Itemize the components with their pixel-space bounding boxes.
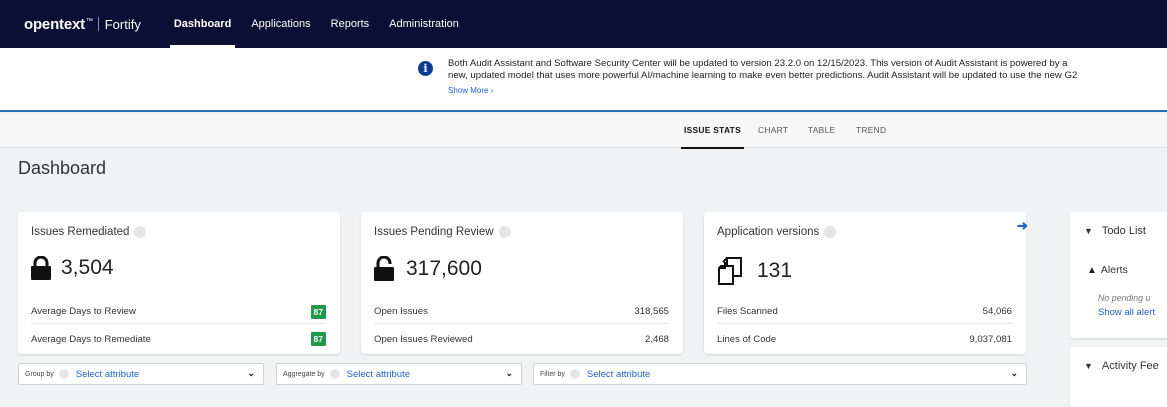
brand[interactable]: opentext™ Fortify	[24, 16, 141, 33]
nav-item-dashboard[interactable]: Dashboard	[164, 0, 241, 48]
brand-divider	[97, 17, 99, 31]
stat-value: 54,066	[982, 306, 1012, 317]
todo-list-header[interactable]: ▼ Todo List	[1084, 225, 1146, 237]
tab-chart[interactable]: CHART	[758, 125, 788, 135]
panel-title: Activity Fee	[1101, 360, 1159, 372]
announcement-banner: i Both Audit Assistant and Software Secu…	[0, 48, 1167, 112]
group-by-select[interactable]: Group by Select attribute ⌄	[18, 363, 264, 385]
card-metric: 317,600	[374, 256, 482, 282]
nav-item-applications[interactable]: Applications	[241, 0, 320, 48]
info-hint-icon[interactable]	[498, 226, 511, 238]
alerts-section: ▲ Alerts	[1087, 264, 1128, 276]
issues-remediated-card: Issues Remediated 3,504 Average Days to …	[18, 212, 340, 354]
filter-by-value: Select attribute	[586, 368, 651, 380]
panel-title: Todo List	[1101, 225, 1146, 237]
stat-label: Average Days to Remediate	[31, 333, 151, 345]
activity-feed-panel: ▼ Activity Fee	[1070, 347, 1167, 407]
tab-table[interactable]: TABLE	[808, 125, 835, 135]
show-all-alerts-link[interactable]: Show all alert	[1098, 307, 1155, 318]
stat-row: Open Issues Reviewed 2,468	[374, 327, 669, 351]
alerts-label: Alerts	[1100, 264, 1128, 276]
stat-value: 9,037,081	[969, 333, 1012, 345]
stat-badge: 87	[310, 332, 326, 346]
product-name: Fortify	[104, 16, 141, 32]
stat-badge: 87	[310, 304, 326, 319]
card-title: Issues Remediated	[31, 226, 147, 238]
stat-value: 2,468	[644, 333, 669, 345]
stat-row: Files Scanned 54,066	[717, 300, 1012, 324]
info-hint-icon	[58, 369, 69, 379]
chevron-down-icon: ▼	[1084, 361, 1093, 371]
show-more-link[interactable]: Show More ›	[448, 86, 493, 95]
lock-open-icon	[374, 256, 394, 281]
card-metric: 3,504	[31, 256, 114, 280]
banner-message-line-1: Both Audit Assistant and Software Securi…	[448, 58, 1068, 69]
filter-by-label: Filter by	[540, 370, 565, 378]
metric-value: 131	[757, 259, 793, 282]
stat-row: Lines of Code 9,037,081	[717, 327, 1012, 351]
stat-row: Average Days to Remediate 87	[31, 327, 326, 351]
aggregate-by-select[interactable]: Aggregate by Select attribute ⌄	[276, 363, 522, 385]
page-title: Dashboard	[18, 158, 107, 178]
info-icon: i	[418, 61, 433, 76]
card-title-text: Issues Pending Review	[374, 226, 494, 238]
nav-item-administration[interactable]: Administration	[379, 0, 469, 48]
nav-menu: Dashboard Applications Reports Administr…	[164, 0, 469, 48]
metric-value: 317,600	[406, 257, 482, 280]
nav-item-reports[interactable]: Reports	[321, 0, 380, 48]
stat-label: Open Issues	[374, 306, 428, 317]
warning-icon: ▲	[1087, 264, 1097, 276]
info-hint-icon	[569, 369, 580, 379]
stat-row: Open Issues 318,565	[374, 300, 669, 324]
card-title: Application versions	[717, 226, 837, 238]
tab-issue-stats[interactable]: ISSUE STATS	[681, 125, 744, 149]
info-hint-icon[interactable]	[824, 226, 837, 238]
aggregate-by-label: Aggregate by	[283, 370, 325, 378]
metric-value: 3,504	[61, 256, 114, 279]
todo-list-panel: ▼ Todo List ▲ Alerts No pending u Show a…	[1070, 212, 1167, 338]
application-versions-card: Application versions 131 Files Scanned 5…	[704, 212, 1026, 354]
chevron-down-icon: ⌄	[505, 368, 513, 378]
tab-trend[interactable]: TREND	[856, 125, 886, 135]
no-pending-text: No pending u	[1098, 293, 1151, 303]
card-title-text: Application versions	[717, 226, 820, 238]
documents-icon	[718, 257, 742, 285]
card-metric: 131	[717, 256, 792, 286]
stat-value: 318,565	[634, 306, 669, 317]
stat-label: Lines of Code	[717, 333, 777, 345]
stat-label: Files Scanned	[717, 306, 778, 317]
group-by-value: Select attribute	[75, 368, 140, 380]
card-title-text: Issues Remediated	[31, 226, 130, 238]
arrow-right-icon[interactable]: ➔	[1017, 218, 1028, 234]
aggregate-by-value: Select attribute	[346, 368, 411, 380]
banner-message-line-2: new, updated model that uses more powerf…	[448, 70, 1078, 81]
lock-closed-icon	[31, 256, 51, 280]
stat-row: Average Days to Review 87	[31, 300, 326, 324]
filter-by-select[interactable]: Filter by Select attribute ⌄	[533, 363, 1027, 385]
stat-label: Average Days to Review	[31, 306, 136, 317]
card-title: Issues Pending Review	[374, 226, 511, 238]
banner-message: Both Audit Assistant and Software Securi…	[448, 58, 1153, 82]
view-tabs: ISSUE STATS CHART TABLE TREND	[0, 114, 1167, 149]
group-by-label: Group by	[25, 370, 54, 378]
info-hint-icon[interactable]	[134, 226, 147, 238]
chevron-down-icon: ⌄	[1010, 368, 1018, 378]
chevron-down-icon: ▼	[1084, 226, 1093, 236]
info-hint-icon	[329, 369, 340, 379]
brand-logo: opentext™	[24, 15, 93, 33]
top-nav: opentext™ Fortify Dashboard Applications…	[0, 0, 1167, 48]
issues-pending-review-card: Issues Pending Review 317,600 Open Issue…	[361, 212, 683, 354]
chevron-down-icon: ⌄	[247, 368, 255, 378]
stat-label: Open Issues Reviewed	[374, 333, 473, 345]
activity-feed-header[interactable]: ▼ Activity Fee	[1084, 360, 1159, 372]
